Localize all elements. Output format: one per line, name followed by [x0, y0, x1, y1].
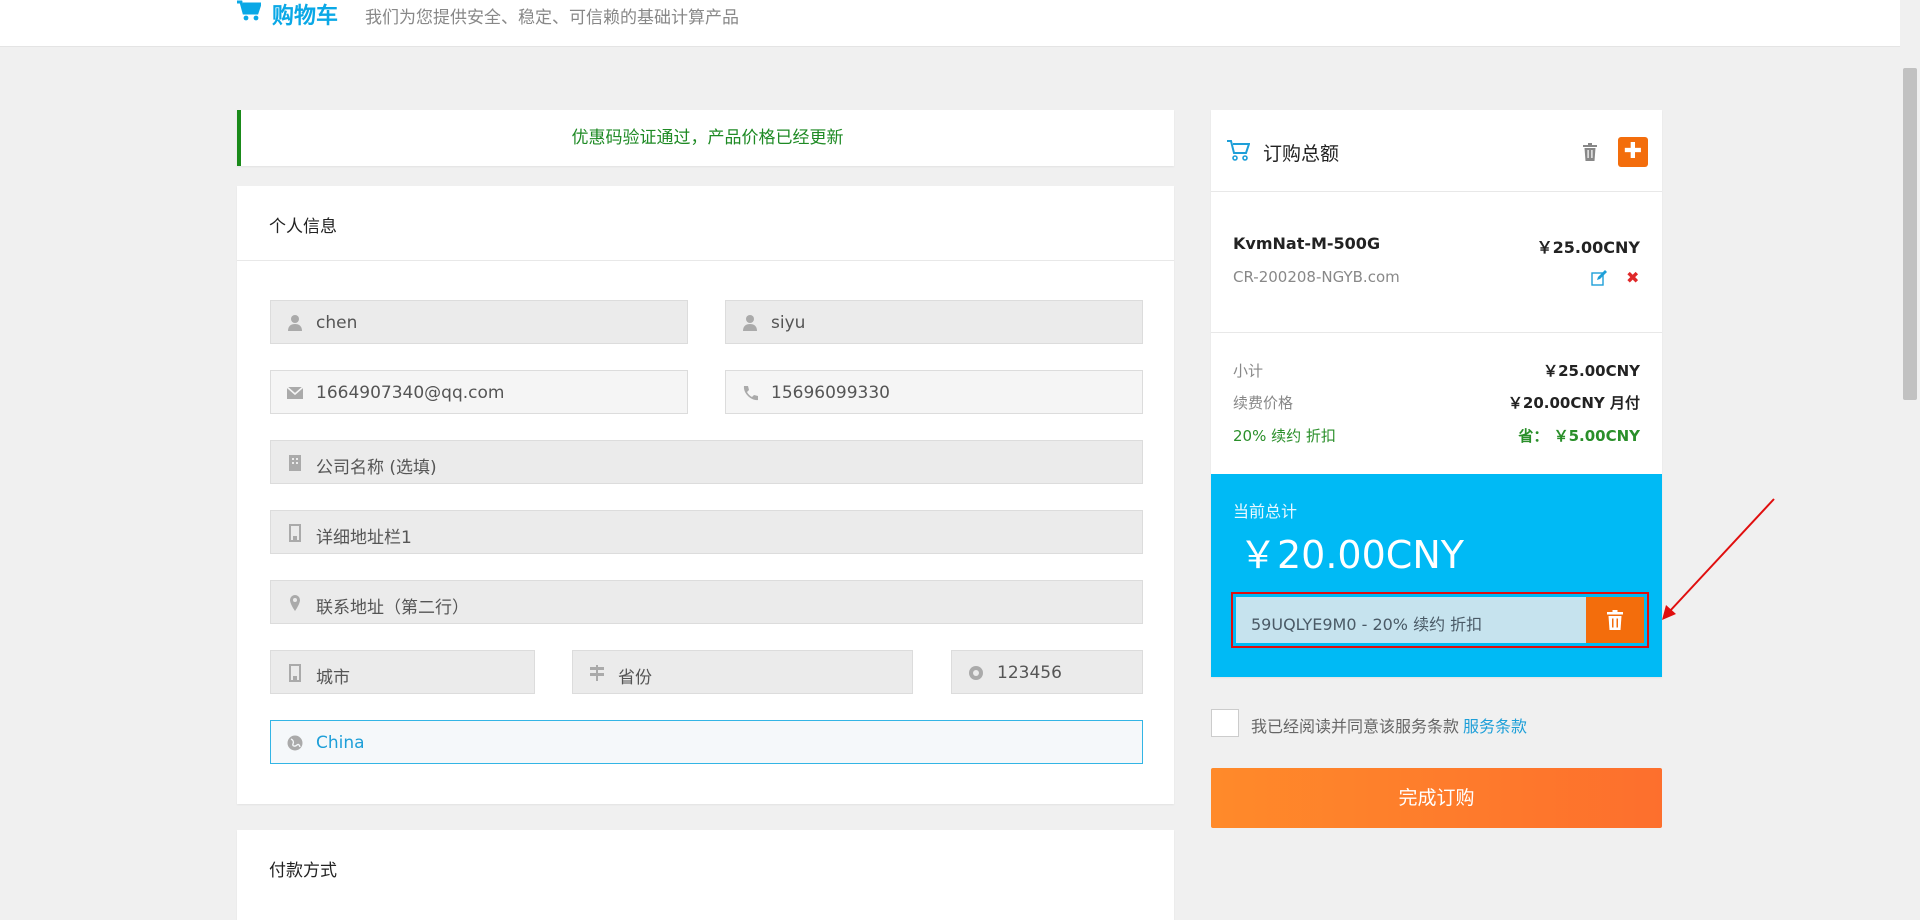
payment-method-panel: 付款方式 — [237, 830, 1174, 920]
cart-icon — [237, 0, 261, 21]
product-price: ￥25.00CNY — [1536, 238, 1640, 257]
remove-product-icon[interactable]: ✖ — [1626, 268, 1639, 287]
top-header: 购物车 我们为您提供安全、稳定、可信赖的基础计算产品 — [0, 0, 1900, 47]
personal-info-panel: 个人信息 chen siyu 1664907340@qq.com 1569609… — [237, 186, 1174, 804]
building-icon — [289, 664, 301, 682]
terms-agreement: 我已经阅读并同意该服务条款 服务条款 — [1251, 713, 1527, 737]
promo-code-value: 59UQLYE9M0 - 20% 续约 折扣 — [1251, 615, 1483, 634]
first-name-field[interactable]: chen — [270, 300, 688, 344]
total-amount: ￥20.00CNY — [1239, 533, 1464, 577]
divider — [1211, 332, 1662, 333]
empty-cart-trash-icon[interactable] — [1582, 143, 1598, 161]
postcode-field[interactable]: 123456 — [951, 650, 1143, 694]
email-field[interactable]: 1664907340@qq.com — [270, 370, 688, 414]
certificate-icon — [969, 666, 983, 680]
promo-code-highlight: 59UQLYE9M0 - 20% 续约 折扣 — [1231, 592, 1649, 648]
company-placeholder: 公司名称 (选填) — [316, 458, 437, 478]
terms-checkbox[interactable] — [1211, 709, 1239, 737]
phone-icon — [743, 386, 758, 401]
last-name-field[interactable]: siyu — [725, 300, 1143, 344]
country-select[interactable]: China — [270, 720, 1143, 764]
scrollbar-thumb[interactable] — [1903, 68, 1917, 400]
user-icon — [288, 315, 302, 331]
city-field[interactable]: 城市 — [270, 650, 535, 694]
city-placeholder: 城市 — [316, 668, 350, 688]
discount-value: 省： ￥5.00CNY — [1518, 427, 1640, 445]
envelope-icon — [286, 386, 304, 399]
address2-placeholder: 联系地址（第二行） — [316, 598, 469, 618]
complete-order-label: 完成订购 — [1398, 787, 1475, 809]
globe-icon — [287, 735, 303, 751]
company-field[interactable]: 公司名称 (选填) — [270, 440, 1143, 484]
product-name: KvmNat-M-500G — [1233, 234, 1381, 253]
address1-placeholder: 详细地址栏1 — [316, 528, 412, 548]
total-box: 当前总计 ￥20.00CNY 59UQLYE9M0 - 20% 续约 折扣 — [1211, 474, 1662, 677]
trash-icon — [1607, 610, 1623, 630]
building-icon — [289, 524, 301, 542]
state-field[interactable]: 省份 — [572, 650, 913, 694]
address1-field[interactable]: 详细地址栏1 — [270, 510, 1143, 554]
renewal-label: 续费价格 — [1233, 394, 1294, 412]
complete-order-button[interactable]: 完成订购 — [1211, 768, 1662, 828]
page-tagline: 我们为您提供安全、稳定、可信赖的基础计算产品 — [365, 8, 739, 28]
email-value: 1664907340@qq.com — [316, 383, 505, 403]
payment-method-title: 付款方式 — [269, 861, 337, 881]
order-summary-header: 订购总额 ✚ — [1211, 110, 1662, 192]
scrollbar[interactable] — [1900, 0, 1920, 902]
phone-field[interactable]: 15696099330 — [725, 370, 1143, 414]
renewal-value: ￥20.00CNY 月付 — [1507, 394, 1640, 412]
alert-message: 优惠码验证通过，产品价格已经更新 — [571, 128, 844, 148]
add-product-button[interactable]: ✚ — [1618, 137, 1648, 167]
plus-icon: ✚ — [1623, 139, 1643, 164]
page-title: 购物车 — [272, 4, 339, 29]
address2-field[interactable]: 联系地址（第二行） — [270, 580, 1143, 624]
state-placeholder: 省份 — [618, 668, 652, 688]
signpost-icon — [590, 665, 604, 681]
total-label: 当前总计 — [1233, 502, 1298, 521]
country-value: China — [316, 733, 365, 753]
user-icon — [743, 315, 757, 331]
order-summary-title: 订购总额 — [1263, 143, 1340, 165]
discount-label: 20% 续约 折扣 — [1233, 427, 1336, 445]
first-name-value: chen — [316, 313, 358, 333]
map-marker-icon — [290, 595, 300, 611]
subtotal-label: 小计 — [1233, 362, 1264, 380]
promo-code-field: 59UQLYE9M0 - 20% 续约 折扣 — [1236, 597, 1586, 643]
product-domain: CR-200208-NGYB.com — [1233, 268, 1400, 286]
remove-promo-button[interactable] — [1586, 597, 1644, 643]
shopping-cart-icon — [1227, 140, 1250, 161]
terms-link[interactable]: 服务条款 — [1463, 717, 1527, 736]
phone-value: 15696099330 — [771, 383, 890, 403]
order-summary-panel: 订购总额 ✚ KvmNat-M-500G ￥25.00CNY CR-200208… — [1211, 110, 1662, 677]
personal-info-header: 个人信息 — [237, 186, 1174, 261]
edit-icon[interactable] — [1591, 270, 1607, 286]
personal-info-title: 个人信息 — [269, 217, 337, 237]
terms-text: 我已经阅读并同意该服务条款 — [1251, 717, 1460, 736]
promo-success-alert: 优惠码验证通过，产品价格已经更新 — [237, 110, 1174, 166]
subtotal-value: ￥25.00CNY — [1543, 362, 1640, 380]
building-icon — [289, 455, 301, 471]
postcode-value: 123456 — [997, 663, 1062, 683]
last-name-value: siyu — [771, 313, 806, 333]
